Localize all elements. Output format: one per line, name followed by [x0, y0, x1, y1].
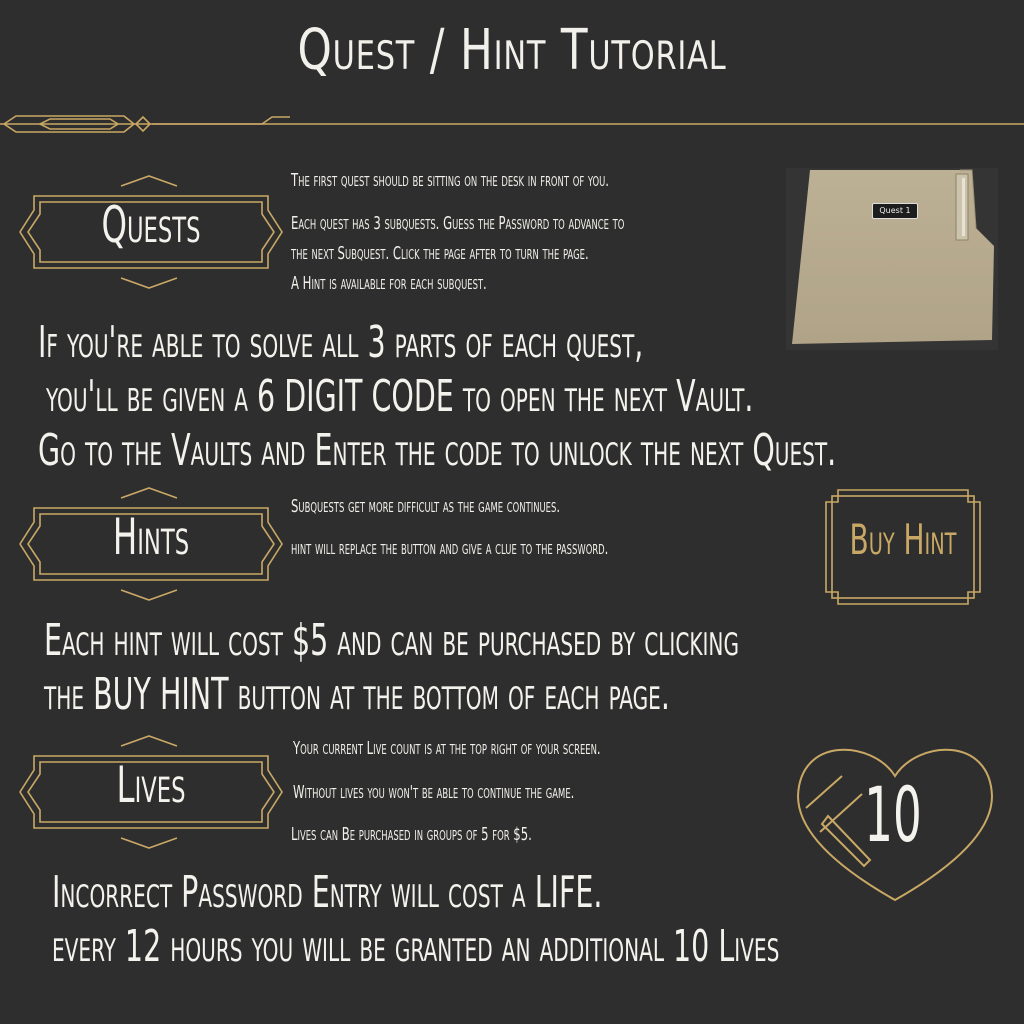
lives-info-line-1: Your current Live count is at the top ri…	[293, 738, 601, 759]
lives-label: Lives	[116, 756, 186, 814]
quests-label: Quests	[101, 196, 201, 254]
quests-info-line-2: Each quest has 3 subquests. Guess the Pa…	[291, 213, 625, 234]
hints-info-line-2: hint will replace the button and give a …	[291, 538, 609, 559]
quests-info-line-1: The first quest should be sitting on the…	[291, 170, 609, 191]
lives-body-line-2: every 12 hours you will be granted an ad…	[52, 921, 780, 972]
quests-body-line-1: If you're able to solve all 3 parts of e…	[38, 317, 644, 368]
quests-body-line-2: you'll be given a 6 DIGIT CODE to open t…	[46, 371, 754, 422]
buy-hint-label[interactable]: Buy Hint	[847, 515, 959, 564]
lives-info-line-3: Lives can Be purchased in groups of 5 fo…	[291, 824, 532, 845]
title-divider	[0, 115, 1024, 133]
quest-folder-image[interactable]	[786, 168, 998, 350]
lives-count: 10	[864, 770, 922, 859]
quests-info-line-4: A Hint is available for each subquest.	[291, 273, 487, 294]
hints-body-line-1: Each hint will cost $5 and can be purcha…	[44, 615, 740, 666]
quests-info-line-3: the next Subquest. Click the page after …	[291, 243, 589, 264]
hints-label: Hints	[112, 508, 190, 566]
lives-info-line-2: Without lives you won't be able to conti…	[293, 782, 575, 803]
page-title: Quest / Hint Tutorial	[297, 18, 727, 83]
hints-info-line-1: Subquests get more difficult as the game…	[291, 496, 561, 517]
lives-body-line-1: Incorrect Password Entry will cost a LIF…	[52, 867, 603, 918]
hints-body-line-2: the BUY HINT button at the bottom of eac…	[44, 669, 670, 720]
folder-quest-label: Quest 1	[872, 203, 918, 219]
quests-body-line-3: Go to the Vaults and Enter the code to u…	[38, 425, 837, 476]
